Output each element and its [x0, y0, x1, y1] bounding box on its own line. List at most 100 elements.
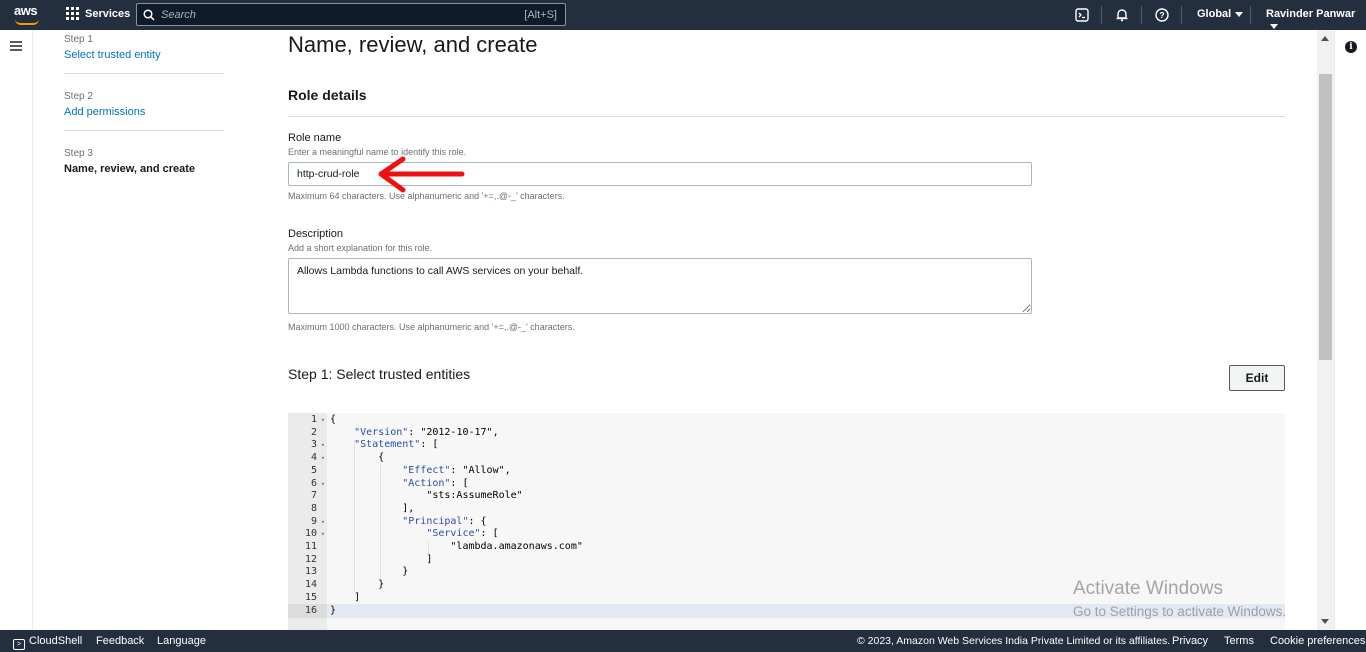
search-box[interactable]: [Alt+S] [136, 3, 566, 26]
services-menu-button[interactable]: Services [66, 7, 130, 20]
line-number-text: 11 [305, 541, 317, 552]
chevron-down-icon [1270, 24, 1278, 29]
line-number: 11 [288, 541, 327, 554]
line-number-text: 7 [311, 490, 317, 501]
top-navigation: aws Services [Alt+S] ? Global Ravinder P… [0, 0, 1366, 30]
line-number: 14 [288, 579, 327, 592]
wizard-steps: Step 1 Select trusted entity Step 2 Add … [64, 30, 224, 187]
json-key: "Effect" [402, 465, 450, 476]
line-number: 1▾ [288, 414, 327, 427]
line-number: 3▾ [288, 439, 327, 452]
page-scrollbar[interactable] [1317, 30, 1334, 630]
cloudshell-label: CloudShell [29, 635, 82, 647]
scroll-up-arrow-icon[interactable] [1321, 36, 1329, 41]
section-divider [288, 116, 1285, 117]
watermark-subtitle: Go to Settings to activate Windows. [1073, 604, 1286, 619]
windows-activation-watermark: Activate Windows Go to Settings to activ… [1073, 578, 1286, 619]
line-number-text: 16 [305, 605, 317, 616]
fold-toggle-icon[interactable]: ▾ [321, 439, 325, 452]
aws-logo[interactable]: aws [14, 4, 42, 26]
fold-toggle-icon[interactable]: ▾ [321, 414, 325, 427]
fold-toggle-icon[interactable]: ▾ [321, 516, 325, 529]
code-line: ] [330, 554, 432, 567]
code-line: } [330, 566, 408, 579]
line-number-text: 6 [311, 478, 317, 489]
code-line: } [330, 605, 336, 618]
line-number-text: 12 [305, 554, 317, 565]
aws-smile-icon [15, 19, 39, 25]
description-textarea[interactable]: Allows Lambda functions to call AWS serv… [288, 258, 1032, 314]
step-link-select-trusted-entity[interactable]: Select trusted entity [64, 49, 224, 61]
step-number: Step 3 [64, 148, 224, 159]
code-line: "sts:AssumeRole" [330, 490, 523, 503]
nav-divider [1181, 6, 1182, 24]
line-number-text: 4 [311, 452, 317, 463]
line-number-text: 8 [311, 503, 317, 514]
section-title: Role details [288, 87, 367, 103]
search-input[interactable] [161, 9, 524, 21]
menu-icon[interactable] [10, 41, 22, 51]
wizard-step-1: Step 1 Select trusted entity [64, 30, 224, 74]
nav-divider [1101, 6, 1102, 24]
fold-toggle-icon[interactable]: ▾ [321, 478, 325, 491]
line-number-text: 3 [311, 439, 317, 450]
line-number-text: 1 [311, 414, 317, 425]
cookie-preferences-link[interactable]: Cookie preferences [1270, 635, 1365, 647]
code-line: } [330, 579, 384, 592]
privacy-link[interactable]: Privacy [1172, 635, 1208, 647]
line-number: 9▾ [288, 516, 327, 529]
description-constraint: Maximum 1000 characters. Use alphanumeri… [288, 322, 575, 332]
code-line: "lambda.amazonaws.com" [330, 541, 583, 554]
help-icon[interactable]: ? [1154, 7, 1170, 23]
nav-divider [1250, 6, 1251, 24]
line-number-text: 13 [305, 566, 317, 577]
description-label: Description [288, 228, 343, 240]
fold-toggle-icon[interactable]: ▾ [321, 528, 325, 541]
cloudshell-icon[interactable] [1074, 7, 1090, 23]
line-number-text: 5 [311, 465, 317, 476]
language-link[interactable]: Language [157, 635, 206, 647]
line-number: 10▾ [288, 528, 327, 541]
json-key: "Principal" [402, 516, 468, 527]
watermark-title: Activate Windows [1073, 578, 1286, 600]
search-icon [137, 9, 161, 21]
cloudshell-footer-button[interactable]: > CloudShell [13, 635, 82, 650]
fold-toggle-icon[interactable]: ▾ [321, 452, 325, 465]
step1-section-title: Step 1: Select trusted entities [288, 366, 470, 382]
line-number-text: 9 [311, 516, 317, 527]
json-key: "Service" [426, 528, 480, 539]
code-line: "Service": [ [330, 528, 499, 541]
code-line: { [330, 414, 336, 427]
region-selector[interactable]: Global [1197, 8, 1243, 20]
json-key: "Action" [402, 478, 450, 489]
svg-text:?: ? [1159, 10, 1164, 20]
line-number: 5 [288, 465, 327, 478]
indent-guide [428, 541, 429, 554]
line-number-text: 15 [305, 592, 317, 603]
line-number: 15 [288, 592, 327, 605]
line-number: 16 [288, 605, 327, 618]
chevron-down-icon [1235, 12, 1243, 17]
account-menu[interactable]: Ravinder Panwar [1266, 8, 1366, 32]
cloudshell-icon: > [13, 639, 25, 650]
bell-icon[interactable] [1114, 7, 1130, 23]
console-footer: > CloudShell Feedback Language © 2023, Am… [0, 630, 1366, 652]
info-icon[interactable]: i [1345, 41, 1357, 53]
line-number: 12 [288, 554, 327, 567]
code-line: "Version": "2012-10-17", [330, 427, 499, 440]
aws-logo-text: aws [14, 4, 42, 18]
services-label: Services [85, 8, 130, 20]
code-line: "Effect": "Allow", [330, 465, 511, 478]
line-number: 6▾ [288, 478, 327, 491]
edit-button[interactable]: Edit [1229, 365, 1285, 391]
line-number: 7 [288, 490, 327, 503]
terms-link[interactable]: Terms [1224, 635, 1254, 647]
step-link-add-permissions[interactable]: Add permissions [64, 106, 224, 118]
search-shortcut: [Alt+S] [524, 9, 565, 21]
feedback-link[interactable]: Feedback [96, 635, 144, 647]
left-rail [0, 30, 33, 630]
step-number: Step 2 [64, 91, 224, 102]
scroll-thumb[interactable] [1319, 74, 1332, 360]
copyright-text: © 2023, Amazon Web Services India Privat… [857, 635, 1170, 647]
scroll-down-arrow-icon[interactable] [1321, 619, 1329, 624]
